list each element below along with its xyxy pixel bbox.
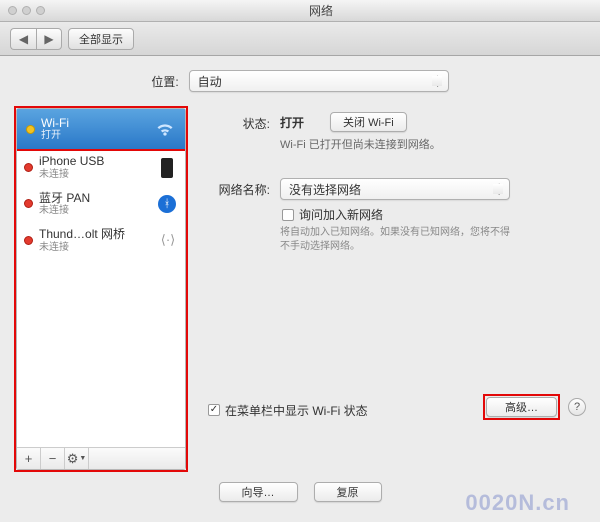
interface-options-button[interactable]: ⚙▼	[65, 448, 89, 469]
nav-back-forward: ◀ ▶	[10, 28, 62, 50]
iphone-icon	[156, 157, 178, 179]
interface-status: 打开	[41, 130, 148, 142]
thunderbolt-bridge-icon: ⟨·⟩	[158, 233, 178, 247]
interfaces-list: Wi-Fi 打开 iPhone USB 未连接	[17, 109, 185, 447]
status-description: Wi-Fi 已打开但尚未连接到网络。	[280, 136, 586, 152]
main-panel: 状态: 打开 关闭 Wi-Fi Wi-Fi 已打开但尚未连接到网络。 网络名称:…	[206, 106, 586, 472]
status-dot-icon	[24, 163, 33, 172]
advanced-highlight-annotation: 高级…	[483, 394, 560, 420]
show-all-button[interactable]: 全部显示	[68, 28, 134, 50]
watermark-text: 0020N.cn	[465, 490, 570, 516]
window-title: 网络	[50, 2, 592, 19]
location-row: 位置: 自动 ▲▼	[0, 56, 600, 106]
interface-name: iPhone USB	[39, 154, 150, 168]
updown-icon: ▲▼	[495, 182, 503, 196]
sidebar-footer: + − ⚙▼	[17, 447, 185, 469]
advanced-button[interactable]: 高级…	[486, 397, 557, 417]
status-label: 状态:	[206, 112, 280, 132]
status-dot-icon	[26, 125, 35, 134]
network-name-select[interactable]: 没有选择网络 ▲▼	[280, 178, 510, 200]
help-button[interactable]: ?	[568, 398, 586, 416]
wifi-icon	[154, 118, 176, 140]
bluetooth-icon: ᚼ	[156, 193, 178, 215]
gear-icon: ⚙	[67, 451, 79, 467]
interface-status: 未连接	[39, 242, 152, 254]
status-dot-icon	[24, 199, 33, 208]
sidebar-item-iphone-usb[interactable]: iPhone USB 未连接	[17, 149, 185, 185]
interface-name: 蓝牙 PAN	[39, 191, 150, 205]
interface-name: Wi-Fi	[41, 116, 148, 130]
interface-status: 未连接	[39, 205, 150, 217]
location-label: 位置:	[151, 73, 178, 90]
close-traffic-light[interactable]	[8, 6, 17, 15]
interface-name: Thund…olt 网桥	[39, 227, 152, 241]
ask-join-checkbox[interactable]	[282, 209, 294, 221]
assistant-button[interactable]: 向导…	[219, 482, 298, 502]
remove-interface-button[interactable]: −	[41, 448, 65, 469]
minimize-traffic-light[interactable]	[22, 6, 31, 15]
window-titlebar: 网络	[0, 0, 600, 22]
sidebar-item-wifi[interactable]: Wi-Fi 打开	[17, 109, 185, 151]
location-value: 自动	[198, 73, 222, 90]
sidebar-item-thunderbolt-bridge[interactable]: Thund…olt 网桥 未连接 ⟨·⟩	[17, 222, 185, 258]
add-interface-button[interactable]: +	[17, 448, 41, 469]
zoom-traffic-light[interactable]	[36, 6, 45, 15]
ask-join-description: 将自动加入已知网络。如果没有已知网络，您将不得不手动选择网络。	[280, 226, 510, 254]
interfaces-sidebar: Wi-Fi 打开 iPhone USB 未连接	[16, 108, 186, 470]
sidebar-item-bluetooth-pan[interactable]: 蓝牙 PAN 未连接 ᚼ	[17, 186, 185, 222]
chevron-down-icon: ▼	[79, 455, 86, 462]
status-value: 打开	[280, 114, 304, 131]
sidebar-highlight-annotation: Wi-Fi 打开 iPhone USB 未连接	[14, 106, 188, 472]
ask-join-label: 询问加入新网络	[299, 206, 383, 223]
toolbar: ◀ ▶ 全部显示	[0, 22, 600, 56]
network-name-label: 网络名称:	[206, 178, 280, 198]
turn-off-wifi-button[interactable]: 关闭 Wi-Fi	[330, 112, 407, 132]
show-menubar-checkbox[interactable]	[208, 404, 220, 416]
show-menubar-label: 在菜单栏中显示 Wi-Fi 状态	[225, 402, 368, 419]
updown-icon: ▲▼	[434, 74, 442, 88]
interface-status: 未连接	[39, 169, 150, 181]
back-button[interactable]: ◀	[10, 28, 36, 50]
forward-button[interactable]: ▶	[36, 28, 62, 50]
status-dot-icon	[24, 236, 33, 245]
revert-button[interactable]: 复原	[314, 482, 382, 502]
location-select[interactable]: 自动 ▲▼	[189, 70, 449, 92]
network-name-value: 没有选择网络	[289, 181, 361, 198]
